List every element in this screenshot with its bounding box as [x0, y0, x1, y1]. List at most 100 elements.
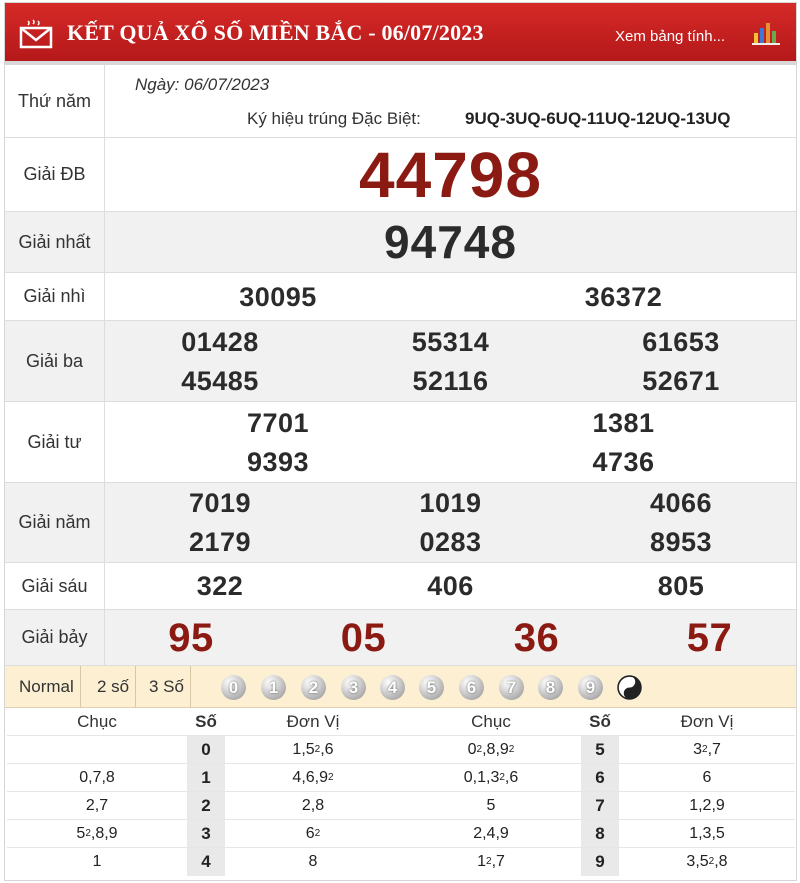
digit-7-button[interactable]: 7	[499, 675, 524, 700]
loto-chuc-cell: 2,7	[85, 797, 109, 814]
prize-row-ba: Giải ba 01428 55314 61653 45485 52116 52…	[5, 321, 796, 402]
loto-row: 5 7 1,2,9	[401, 791, 795, 820]
loto-header: Chục Số Đơn Vị	[7, 709, 401, 735]
prize-number: 01428	[181, 326, 259, 357]
digit-6-button[interactable]: 6	[459, 675, 484, 700]
prize-number: 61653	[642, 326, 720, 357]
prize-number: 322	[196, 570, 244, 601]
prize-label: Giải nhì	[5, 273, 105, 320]
results-panel: KẾT QUẢ XỔ SỐ MIỀN BẮC - 06/07/2023 Xem …	[4, 2, 797, 881]
mode-normal-button[interactable]: Normal	[13, 666, 81, 708]
prize-number: 4066	[649, 487, 713, 518]
loto-row: 0,1,3 2,6 6 6	[401, 763, 795, 792]
loto-so-cell: 9	[581, 848, 619, 876]
col-header-chuc: Chục	[77, 712, 117, 731]
loto-donvi-cell: 1,5 2,6	[292, 741, 334, 758]
digit-2-button[interactable]: 2	[301, 675, 326, 700]
digit-5-button[interactable]: 5	[419, 675, 444, 700]
loto-so-cell: 2	[187, 792, 225, 820]
loto-so-cell: 4	[187, 848, 225, 876]
loto-header: Chục Số Đơn Vị	[401, 709, 795, 735]
loto-chuc-cell: 2,4,9	[473, 825, 509, 842]
mode-2-digits-button[interactable]: 2 số	[91, 666, 137, 708]
prize-number: 57	[686, 615, 733, 660]
loto-donvi-cell: 6	[702, 769, 712, 786]
loto-donvi-cell: 62	[305, 825, 321, 842]
loto-so-cell: 8	[581, 820, 619, 848]
view-table-link[interactable]: Xem bảng tính...	[615, 28, 725, 45]
prize-number: 805	[657, 570, 705, 601]
loto-chuc-cell: 1	[92, 853, 102, 870]
loto-donvi-cell: 3,5 2,8	[686, 853, 728, 870]
prize-number: 1381	[592, 407, 655, 438]
prize-row-sau: Giải sáu 322 406 805	[5, 563, 796, 610]
prize-number: 36372	[584, 281, 663, 312]
loto-chuc-cell: 1 2,7	[477, 853, 505, 870]
loto-chuc-cell: 0,1,3 2,6	[463, 769, 519, 786]
mode-3-digits-button[interactable]: 3 Số	[143, 666, 191, 708]
prize-number: 52671	[642, 365, 720, 396]
first-prize-number: 94748	[384, 216, 517, 268]
loto-chuc-cell: 0,7,8	[79, 769, 115, 786]
prize-number: 7701	[246, 407, 310, 438]
loto-donvi-cell: 1,3,5	[689, 825, 725, 842]
prize-number: 8953	[649, 526, 713, 557]
loto-so-cell: 5	[581, 736, 619, 764]
yin-yang-icon[interactable]	[617, 675, 642, 700]
col-header-so: Số	[589, 712, 611, 731]
prize-label: Giải năm	[5, 483, 105, 562]
loto-so-cell: 3	[187, 820, 225, 848]
weekday-label: Thứ năm	[5, 65, 105, 137]
special-symbol-value: 9UQ-3UQ-6UQ-11UQ-12UQ-13UQ	[465, 109, 731, 128]
prize-label: Giải tư	[5, 402, 105, 482]
loto-row: 2,7 2 2,8	[7, 791, 401, 820]
digit-1-button[interactable]: 1	[261, 675, 286, 700]
prize-number: 52116	[412, 365, 489, 396]
digit-8-button[interactable]: 8	[538, 675, 563, 700]
loto-row: 1 4 8	[7, 847, 401, 876]
loto-donvi-cell: 8	[308, 853, 318, 870]
filter-toolbar: Normal 2 số 3 Số 0 1 2 3 4 5 6 7 8 9	[5, 666, 796, 708]
digit-3-button[interactable]: 3	[341, 675, 366, 700]
header-bar: KẾT QUẢ XỔ SỐ MIỀN BẮC - 06/07/2023 Xem …	[5, 3, 796, 65]
col-header-donvi: Đơn Vị	[286, 712, 340, 731]
prize-row-bay: Giải bảy 95 05 36 57	[5, 610, 796, 666]
loto-row: 1 2,7 9 3,5 2,8	[401, 847, 795, 876]
loto-chuc-cell: 0 2,8,9 2	[467, 741, 515, 758]
prize-row-nhat: Giải nhất 94748	[5, 212, 796, 273]
prize-row-nam: Giải năm 7019 1019 4066 2179 0283 8953	[5, 483, 796, 563]
loto-row: 0,7,8 1 4,6,9 2	[7, 763, 401, 792]
loto-donvi-cell: 2,8	[301, 797, 325, 814]
prize-label: Giải sáu	[5, 563, 105, 609]
prize-number: 406	[427, 570, 474, 601]
draw-date: Ngày: 06/07/2023	[135, 75, 270, 94]
loto-chuc-cell	[7, 736, 187, 764]
digit-0-button[interactable]: 0	[221, 675, 246, 700]
mail-icon	[19, 19, 53, 49]
page-title: KẾT QUẢ XỔ SỐ MIỀN BẮC - 06/07/2023	[67, 20, 484, 45]
loto-donvi-cell: 3 2,7	[693, 741, 721, 758]
special-symbol-label: Ký hiệu trúng Đặc Biệt:	[247, 109, 421, 128]
loto-row: 0 1,5 2,6	[7, 735, 401, 764]
prize-label: Giải ĐB	[5, 138, 105, 211]
loto-chuc-cell: 5 2,8,9	[76, 825, 118, 842]
prize-number: 9393	[246, 446, 310, 477]
prize-number: 4736	[592, 446, 655, 477]
loto-donvi-cell: 4,6,9 2	[292, 769, 334, 786]
prize-number: 30095	[239, 281, 317, 312]
prize-number: 55314	[411, 326, 490, 357]
digit-9-button[interactable]: 9	[578, 675, 603, 700]
prize-number: 7019	[188, 487, 252, 518]
col-header-so: Số	[195, 712, 217, 731]
loto-chuc-cell: 5	[486, 797, 496, 814]
loto-row: 2,4,9 8 1,3,5	[401, 819, 795, 848]
prize-number: 1019	[419, 487, 482, 518]
info-row: Thứ năm Ngày: 06/07/2023 Ký hiệu trúng Đ…	[5, 65, 796, 138]
digit-4-button[interactable]: 4	[380, 675, 405, 700]
prize-number: 45485	[181, 365, 259, 396]
prize-label: Giải ba	[5, 321, 105, 401]
col-header-donvi: Đơn Vị	[680, 712, 734, 731]
bar-chart-icon[interactable]	[750, 19, 782, 45]
special-prize-number: 44798	[359, 139, 542, 211]
prize-number: 2179	[188, 526, 252, 557]
